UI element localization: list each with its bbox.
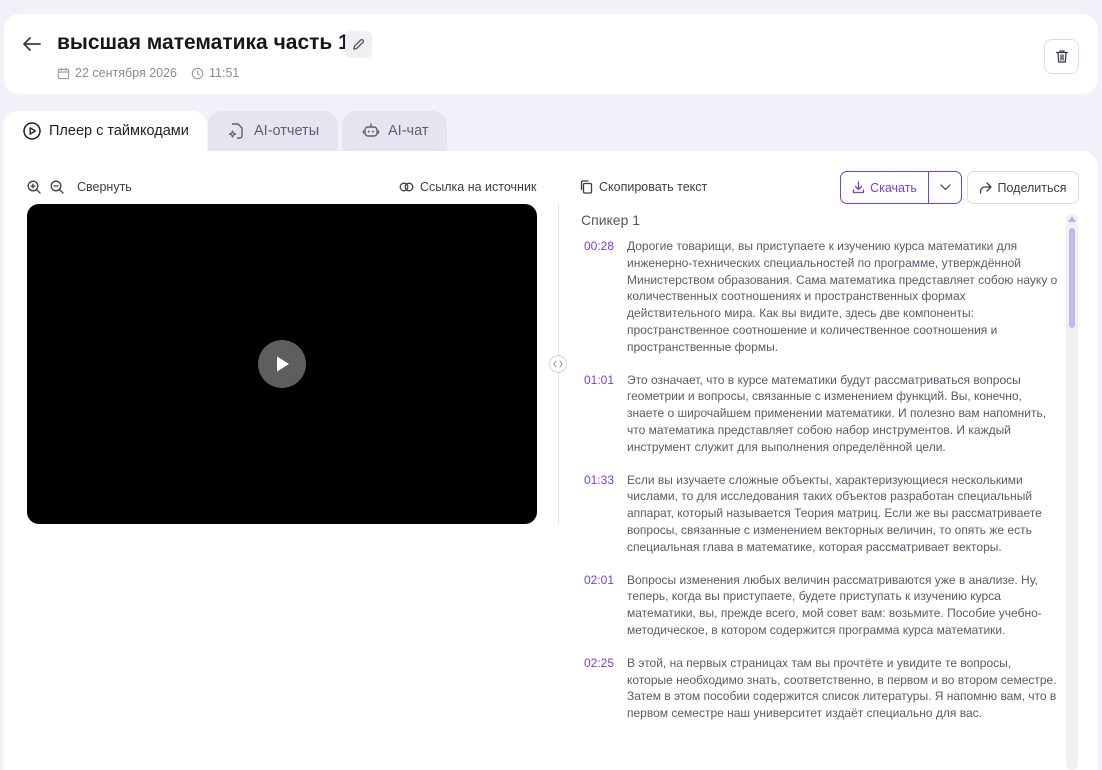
date-text: 22 сентября 2026 <box>75 66 177 80</box>
transcript-scrollbar[interactable] <box>1066 214 1078 770</box>
source-link-label: Ссылка на источник <box>420 180 537 194</box>
copy-icon <box>580 180 593 194</box>
tab-ai-reports[interactable]: AI-отчеты <box>208 111 338 151</box>
zoom-in-icon <box>27 180 41 194</box>
timestamp-link[interactable]: 01:33 <box>584 472 622 556</box>
tab-ai-reports-label: AI-отчеты <box>254 123 320 139</box>
share-label: Поделиться <box>997 180 1067 195</box>
calendar-icon <box>57 67 70 79</box>
ai-report-icon <box>228 123 243 139</box>
arrow-left-icon <box>23 37 41 51</box>
transcript-list: 00:28 Дорогие товарищи, вы приступаете к… <box>584 238 1058 770</box>
share-icon <box>980 181 993 194</box>
segment-text: Вопросы изменения любых величин рассматр… <box>627 572 1042 637</box>
download-button[interactable]: Скачать <box>841 172 929 203</box>
chevron-down-icon <box>939 184 951 191</box>
pencil-icon <box>353 38 365 50</box>
speaker-label: Спикер 1 <box>581 212 641 228</box>
zoom-out-icon <box>50 180 64 194</box>
delete-button[interactable] <box>1044 39 1079 74</box>
timestamp-link[interactable]: 02:01 <box>584 572 622 639</box>
download-icon <box>852 181 865 194</box>
link-icon <box>399 182 414 192</box>
share-button[interactable]: Поделиться <box>967 171 1079 204</box>
copy-text-button[interactable]: Скопировать текст <box>580 180 707 194</box>
download-split-button: Скачать <box>840 171 962 204</box>
timestamp-link[interactable]: 02:25 <box>584 655 622 722</box>
trash-icon <box>1055 50 1068 63</box>
robot-icon <box>362 123 380 137</box>
back-button[interactable] <box>22 34 42 54</box>
timestamp-link[interactable]: 01:01 <box>584 372 622 456</box>
page-title: высшая математика часть 1 <box>57 31 350 54</box>
tab-ai-chat[interactable]: AI-чат <box>342 111 447 151</box>
download-options-button[interactable] <box>929 172 961 203</box>
segment-text: Дорогие товарищи, вы приступаете к изуче… <box>627 239 1058 354</box>
tab-player-label: Плеер с таймкодами <box>49 123 189 139</box>
video-player[interactable] <box>27 204 537 524</box>
play-button[interactable] <box>258 340 306 388</box>
transcript-segment: 01:01 Это означает, что в курсе математи… <box>584 372 1058 456</box>
transcript-segment: 02:25 В этой, на первых страницах там вы… <box>584 655 1058 722</box>
transcript-segment: 00:28 Дорогие товарищи, вы приступаете к… <box>584 238 1058 356</box>
timestamp-link[interactable]: 00:28 <box>584 238 622 356</box>
code-arrows-icon <box>553 360 563 368</box>
zoom-in-button[interactable] <box>27 180 41 194</box>
scroll-thumb[interactable] <box>1069 228 1075 328</box>
segment-text: Это означает, что в курсе математики буд… <box>627 372 1047 454</box>
play-icon <box>277 356 289 372</box>
tab-ai-chat-label: AI-чат <box>388 123 429 139</box>
download-label: Скачать <box>870 180 917 195</box>
play-circle-icon <box>23 122 41 140</box>
clock-icon <box>191 67 204 79</box>
segment-text: В этой, на первых страницах там вы прочт… <box>627 655 1057 721</box>
transcript-segment: 02:01 Вопросы изменения любых величин ра… <box>584 572 1058 639</box>
segment-text: Если вы изучаете сложные объекты, характ… <box>627 472 1042 554</box>
resize-handle[interactable] <box>549 355 567 373</box>
recording-date: 22 сентября 2026 <box>57 66 177 80</box>
tab-player[interactable]: Плеер с таймкодами <box>3 111 207 151</box>
collapse-button[interactable]: Свернуть <box>77 180 132 194</box>
time-text: 11:51 <box>209 66 240 80</box>
edit-title-button[interactable] <box>345 31 372 58</box>
transcript-segment: 01:33 Если вы изучаете сложные объекты, … <box>584 472 1058 556</box>
copy-text-label: Скопировать текст <box>599 180 708 194</box>
zoom-out-button[interactable] <box>50 180 64 194</box>
scroll-up-arrow[interactable] <box>1068 216 1076 222</box>
recording-time: 11:51 <box>191 66 239 80</box>
source-link[interactable]: Ссылка на источник <box>399 180 536 194</box>
